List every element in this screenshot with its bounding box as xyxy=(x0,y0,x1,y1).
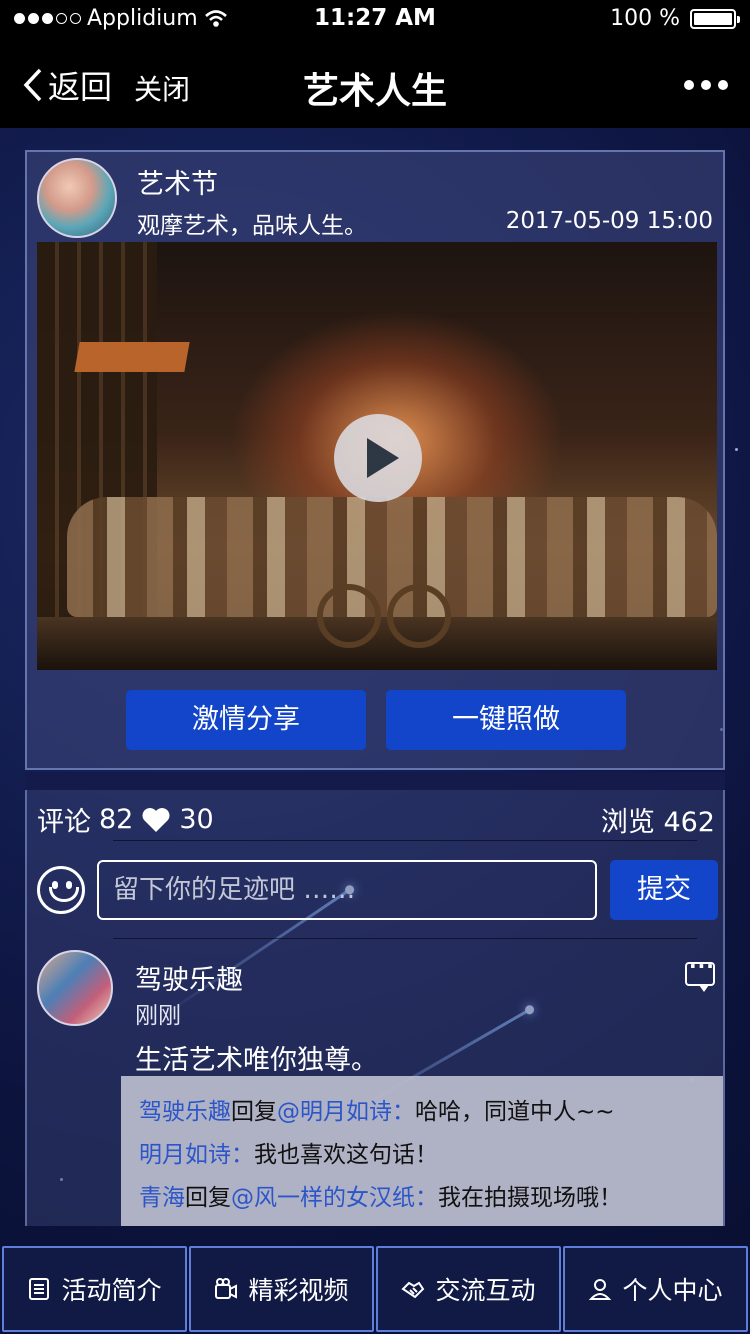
battery-percent: 100 % xyxy=(610,6,680,31)
reply-verb: 回复 xyxy=(185,1185,231,1211)
more-dot xyxy=(684,80,694,90)
engagement-stats: 评论 82 30 xyxy=(37,800,214,839)
page-title: 艺术人生 xyxy=(302,71,447,112)
reply-target[interactable]: @明月如诗： xyxy=(277,1099,415,1125)
post-motto: 观摩艺术，品味人生。 xyxy=(137,213,367,239)
navigation-bar: 返回 关闭 艺术人生 xyxy=(0,40,750,128)
likes-count: 30 xyxy=(179,804,214,835)
follow-do-button[interactable]: 一键照做 xyxy=(386,690,626,750)
video-thumbnail[interactable] xyxy=(37,242,717,670)
comment-input[interactable] xyxy=(97,860,597,920)
battery-icon xyxy=(690,8,740,29)
post-date: 2017-05-09 15:00 xyxy=(505,208,713,234)
tab-label: 交流互动 xyxy=(435,1276,536,1305)
reply-target[interactable]: @风一样的女汉纸： xyxy=(231,1185,438,1211)
comment-time: 刚刚 xyxy=(135,1003,181,1029)
stage-roof xyxy=(74,342,190,372)
back-button[interactable]: 返回 xyxy=(22,62,112,108)
emoji-icon[interactable] xyxy=(37,866,85,914)
back-label: 返回 xyxy=(48,68,113,106)
status-bar: Applidium 11:27 AM 100 % xyxy=(0,0,750,40)
submit-button[interactable]: 提交 xyxy=(610,860,718,920)
more-options-button[interactable] xyxy=(684,80,728,90)
author-avatar[interactable] xyxy=(37,158,117,238)
play-icon[interactable] xyxy=(334,414,422,502)
divider xyxy=(113,840,697,841)
tab-videos[interactable]: 精彩视频 xyxy=(189,1246,374,1332)
commenter-name: 驾驶乐趣 xyxy=(135,965,243,996)
cart-wheel xyxy=(387,584,451,648)
view-count: 浏览 462 xyxy=(601,800,715,839)
reply-author[interactable]: 明月如诗： xyxy=(139,1142,254,1168)
bottom-tab-bar: 活动简介 精彩视频 交流互动 个人中心 xyxy=(0,1244,750,1334)
commenter-avatar[interactable] xyxy=(37,950,113,1026)
reply-text: 哈哈，同道中人~~ xyxy=(415,1099,615,1125)
cart-wheel xyxy=(317,584,381,648)
reply-item: 青海回复@风一样的女汉纸：我在拍摄现场哦！ xyxy=(139,1178,709,1221)
tab-profile[interactable]: 个人中心 xyxy=(563,1246,748,1332)
heart-icon[interactable] xyxy=(141,807,171,833)
person-icon xyxy=(589,1279,612,1300)
views-count: 462 xyxy=(663,807,715,838)
handshake-icon xyxy=(401,1281,425,1299)
reply-text: 我在拍摄现场哦！ xyxy=(438,1185,622,1211)
comments-label: 评论 xyxy=(37,807,91,838)
views-label: 浏览 xyxy=(600,807,655,838)
video-camera-icon xyxy=(215,1278,238,1299)
reply-author[interactable]: 青海 xyxy=(139,1185,185,1211)
tab-label: 活动简介 xyxy=(61,1276,162,1305)
close-button[interactable]: 关闭 xyxy=(134,68,190,108)
reply-author[interactable]: 驾驶乐趣 xyxy=(139,1099,231,1125)
reply-text: 我也喜欢这句话！ xyxy=(254,1142,438,1168)
comments-count: 82 xyxy=(99,804,134,835)
chevron-left-icon xyxy=(23,68,42,102)
share-button[interactable]: 激情分享 xyxy=(126,690,366,750)
list-icon xyxy=(29,1278,50,1300)
tab-label: 精彩视频 xyxy=(248,1276,349,1305)
post-card: 艺术节 观摩艺术，品味人生。 2017-05-09 15:00 激情分享 一键照… xyxy=(25,150,725,770)
tab-intro[interactable]: 活动简介 xyxy=(2,1246,187,1332)
tab-label: 个人中心 xyxy=(622,1276,723,1305)
reply-verb: 回复 xyxy=(231,1099,277,1125)
more-dot xyxy=(718,80,728,90)
more-dot xyxy=(701,80,711,90)
reply-icon[interactable] xyxy=(685,954,715,992)
section-divider xyxy=(25,772,725,790)
reply-list: 驾驶乐趣回复@明月如诗：哈哈，同道中人~~ 明月如诗：我也喜欢这句话！ 青海回复… xyxy=(121,1076,723,1226)
reply-item: 明月如诗：我也喜欢这句话！ xyxy=(139,1135,709,1178)
divider xyxy=(113,938,697,939)
tab-interaction[interactable]: 交流互动 xyxy=(376,1246,561,1332)
comment-text: 生活艺术唯你独尊。 xyxy=(135,1045,378,1076)
reply-item: 驾驶乐趣回复@明月如诗：哈哈，同道中人~~ xyxy=(139,1092,709,1135)
author-name: 艺术节 xyxy=(137,169,218,200)
comments-panel: 评论 82 30 浏览 462 提交 驾驶乐趣 刚刚 生活艺术唯你独尊。 驾驶乐… xyxy=(25,790,725,1226)
